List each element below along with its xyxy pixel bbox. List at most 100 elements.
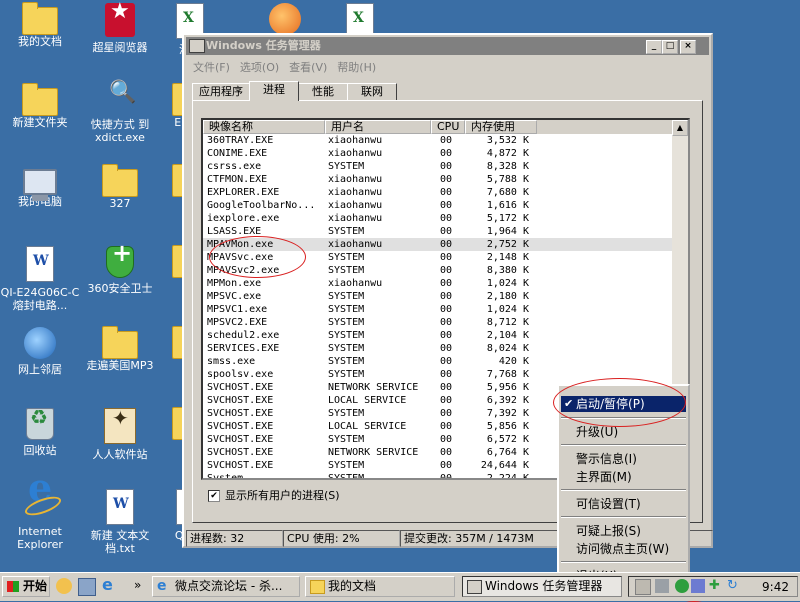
title-bar[interactable]: Windows 任务管理器 _ □ × [186,37,709,55]
desktop-icon-label: 新建文件夹 [12,116,68,129]
quicklaunch-more-chevron[interactable]: » [134,578,150,594]
process-row[interactable]: GoogleToolbarNo... xiaohanwu 00 1,616 K [203,199,673,212]
quicklaunch-ie-icon[interactable]: e [102,577,118,594]
process-user-name: xiaohanwu [328,135,383,146]
show-all-processes-checkbox[interactable]: ✔ 显示所有用户的进程(S) [208,487,340,503]
desktop-icon-label: Internet Explorer [17,525,63,551]
desktop-icon[interactable]: 327 [80,164,160,210]
process-row[interactable]: MPSVC2.EXE SYSTEM 00 8,712 K [203,316,673,329]
scroll-up-button[interactable]: ▲ [672,120,688,136]
process-cpu: 00 [440,291,453,302]
process-row[interactable]: smss.exe SYSTEM 00 420 K [203,355,673,368]
menu-options[interactable]: 选项(O) [235,57,284,77]
desktop-icon[interactable]: 超星阅览器 [80,3,160,54]
maximize-button[interactable]: □ [662,40,678,54]
process-cpu: 00 [440,161,453,172]
monitor-tray-icon[interactable] [691,579,705,593]
desktop-icon-label: 快捷方式 到 xdict.exe [90,118,150,144]
process-image-name: EXPLORER.EXE [207,187,280,198]
process-row[interactable]: 360TRAY.EXE xiaohanwu 00 3,532 K [203,134,673,147]
process-row[interactable]: LSASS.EXE SYSTEM 00 1,964 K [203,225,673,238]
context-menu-item[interactable]: 访问微点主页(W) [561,541,686,557]
process-cpu: 00 [440,330,453,341]
desktop-icon[interactable]: 360安全卫士 [80,246,160,295]
desktop-icon-label: 360安全卫士 [87,282,153,295]
micropoint-tray-icon[interactable] [675,579,689,593]
column-cpu[interactable]: CPU [431,120,465,134]
quicklaunch-clock-icon[interactable] [56,578,72,594]
desktop-icon[interactable]: 我的文档 [0,2,80,48]
column-user-name[interactable]: 用户名 [325,120,431,134]
desktop-icon[interactable]: W QI-E24G06C-C 熔封电路... [0,246,80,312]
process-image-name: smss.exe [207,356,256,367]
process-image-name: System [207,473,244,480]
tab-performance[interactable]: 性能 [298,83,348,100]
quicklaunch-desktop-icon[interactable] [78,578,96,596]
tab-networking[interactable]: 联网 [347,83,397,100]
process-row[interactable]: iexplore.exe xiaohanwu 00 5,172 K [203,212,673,225]
desktop-icon-label: 327 [109,197,131,210]
computer-icon [23,169,57,201]
desktop-icon[interactable]: 网上邻居 [0,327,80,376]
process-cpu: 00 [440,395,453,406]
desktop-icon[interactable]: 人人软件站 [80,408,160,461]
process-row[interactable]: CONIME.EXE xiaohanwu 00 4,872 K [203,147,673,160]
close-button[interactable]: × [680,40,696,54]
process-user-name: SYSTEM [328,356,365,367]
menu-file[interactable]: 文件(F) [188,57,235,77]
desktop-icon[interactable]: 新建文件夹 [0,83,80,129]
task-manager-icon [189,39,205,53]
menu-help[interactable]: 帮助(H) [332,57,381,77]
taskbar-button-task-manager[interactable]: Windows 任务管理器 [462,576,622,597]
menu-view[interactable]: 查看(V) [284,57,332,77]
desktop-icon[interactable]: 我的电脑 [0,165,80,208]
folder-icon [310,580,325,594]
context-menu-item[interactable]: 主界面(M) [561,469,686,485]
task-manager-icon [467,580,482,594]
context-menu-item[interactable]: 可疑上报(S) [561,523,686,539]
process-row[interactable]: EXPLORER.EXE xiaohanwu 00 7,680 K [203,186,673,199]
process-image-name: SVCHOST.EXE [207,382,274,393]
start-button[interactable]: 开始 [2,576,50,597]
status-cpu-usage: CPU 使用: 2% [283,530,400,547]
process-row[interactable]: MPSVC1.exe SYSTEM 00 1,024 K [203,303,673,316]
doc-icon: W [106,489,134,525]
process-row[interactable]: schedul2.exe SYSTEM 00 2,104 K [203,329,673,342]
process-image-name: MPMon.exe [207,278,262,289]
tab-processes[interactable]: 进程 [249,81,299,101]
process-row[interactable]: MPMon.exe xiaohanwu 00 1,024 K [203,277,673,290]
desktop-icon[interactable]: Internet Explorer [0,481,80,551]
network-icon[interactable] [655,579,669,593]
desktop-icon[interactable]: W 新建 文本文 档.txt [80,489,160,555]
context-menu-item[interactable]: 警示信息(I) [561,451,686,467]
process-cpu: 00 [440,304,453,315]
taskbar-button-forum[interactable]: e 微点交流论坛 - 杀... [152,576,300,597]
ie-icon [24,481,56,521]
doc-icon: W [26,246,54,282]
annotation-circle-processes [209,236,306,278]
process-memory: 4,872 K [486,148,529,159]
process-user-name: NETWORK SERVICE [328,447,419,458]
column-memory[interactable]: 内存使用 [465,120,537,134]
clock[interactable]: 9:42 [762,578,789,596]
keyboard-icon[interactable] [635,579,651,595]
process-memory: 5,956 K [486,382,529,393]
process-memory: 6,764 K [486,447,529,458]
desktop-icon[interactable]: 快捷方式 到 xdict.exe [80,84,160,144]
process-memory: 8,024 K [486,343,529,354]
process-row[interactable]: csrss.exe SYSTEM 00 8,328 K [203,160,673,173]
process-row[interactable]: SERVICES.EXE SYSTEM 00 8,024 K [203,342,673,355]
column-image-name[interactable]: 映像名称 [203,120,325,134]
process-cpu: 00 [440,421,453,432]
context-menu-item[interactable]: 可信设置(T) [561,496,686,512]
process-memory: 2,752 K [486,239,529,250]
taskbar-button-my-documents[interactable]: 我的文档 [305,576,455,597]
desktop-icon[interactable]: 回收站 [0,408,80,457]
plus-tray-icon[interactable]: ✚ [709,579,723,593]
process-row[interactable]: CTFMON.EXE xiaohanwu 00 5,788 K [203,173,673,186]
tab-applications[interactable]: 应用程序 [192,83,250,100]
arrows-tray-icon[interactable]: ↻ [727,579,741,593]
process-row[interactable]: MPSVC.exe SYSTEM 00 2,180 K [203,290,673,303]
minimize-button[interactable]: _ [646,40,662,54]
desktop-icon[interactable]: 走遍美国MP3 [80,326,160,372]
